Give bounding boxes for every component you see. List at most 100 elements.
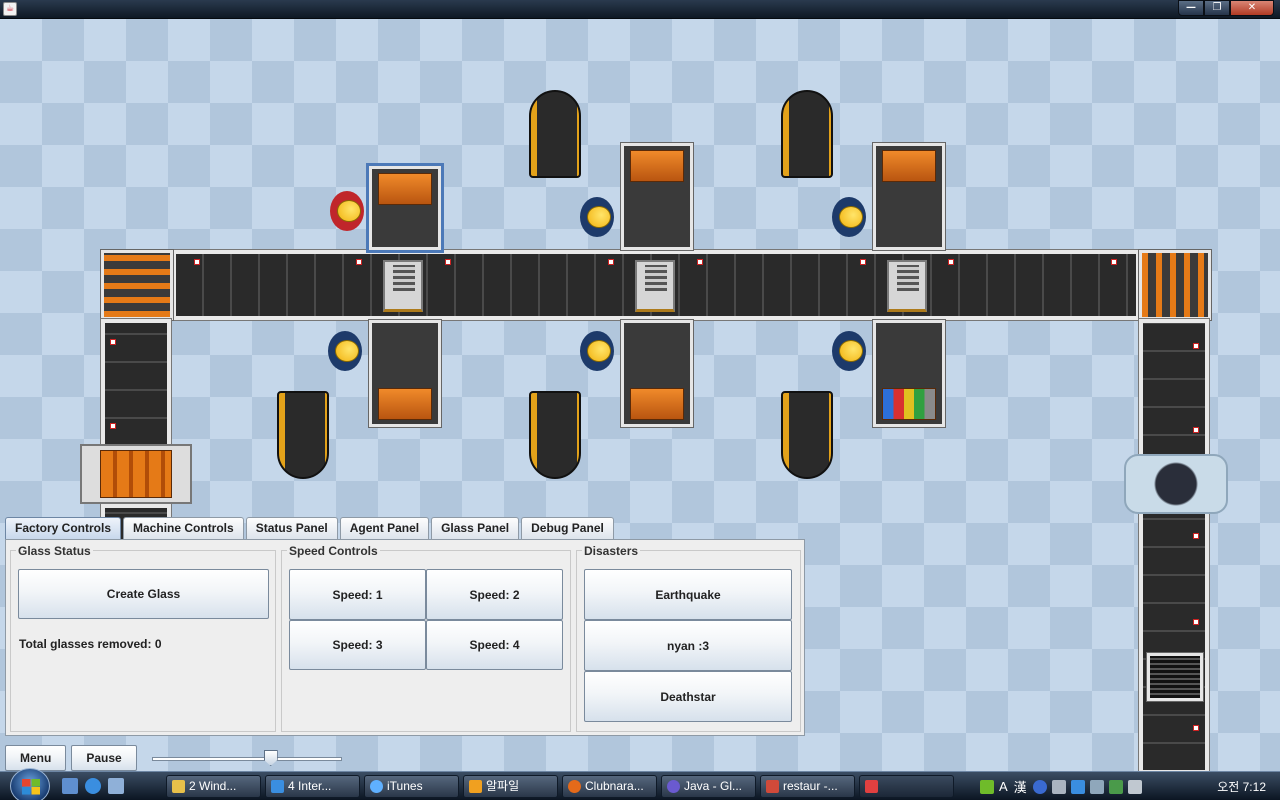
sensor	[1111, 259, 1117, 265]
create-glass-button[interactable]: Create Glass	[18, 569, 269, 619]
corner-machine-left[interactable]	[100, 249, 174, 321]
machine-arm	[630, 388, 684, 420]
oven-machine[interactable]	[1124, 454, 1228, 514]
volume-icon[interactable]	[1127, 779, 1142, 794]
upper-station-2[interactable]	[620, 142, 694, 251]
speed-4-button[interactable]: Speed: 4	[426, 620, 563, 670]
task-internet-explorer[interactable]: 4 Inter...	[265, 775, 360, 798]
popup-station[interactable]	[383, 260, 423, 312]
task-itunes[interactable]: iTunes	[364, 775, 459, 798]
tab-glass-panel[interactable]: Glass Panel	[431, 517, 520, 539]
quick-launch	[62, 778, 131, 794]
popup-station[interactable]	[887, 260, 927, 312]
sensor	[1193, 533, 1199, 539]
worker-head	[839, 206, 863, 228]
tab-debug-panel[interactable]: Debug Panel	[521, 517, 614, 539]
worker-agent[interactable]	[832, 197, 866, 237]
ime-options-icon[interactable]	[1051, 779, 1066, 794]
machine-arm	[882, 150, 936, 182]
lower-station-1[interactable]	[368, 319, 442, 428]
folder-icon	[172, 780, 185, 793]
tab-status-panel[interactable]: Status Panel	[245, 517, 338, 539]
control-tabs: Factory Controls Machine Controls Status…	[5, 517, 805, 539]
minimize-button[interactable]: —	[1178, 0, 1204, 16]
task-label: iTunes	[387, 779, 423, 793]
nyan-button[interactable]: nyan :3	[584, 620, 792, 671]
sensor	[1193, 725, 1199, 731]
switch-windows-icon[interactable]	[108, 778, 124, 794]
disasters-group: Disasters Earthquake nyan :3 Deathstar	[576, 544, 801, 732]
sensor	[608, 259, 614, 265]
task-label: Java - Gl...	[684, 779, 743, 793]
internet-explorer-icon[interactable]	[85, 778, 101, 794]
tab-agent-panel[interactable]: Agent Panel	[339, 517, 430, 539]
vs-icon[interactable]	[1070, 779, 1085, 794]
speed-2-button[interactable]: Speed: 2	[426, 569, 563, 620]
worker-head	[839, 340, 863, 362]
speed-slider[interactable]	[151, 748, 342, 768]
cutter-core	[100, 450, 172, 498]
worker-head	[587, 340, 611, 362]
network-icon[interactable]	[1089, 779, 1104, 794]
show-desktop-icon[interactable]	[62, 778, 78, 794]
slider-thumb[interactable]	[263, 750, 278, 766]
java-app-icon: ☕	[3, 2, 17, 16]
glass-bin	[277, 391, 329, 479]
start-button[interactable]	[10, 768, 50, 800]
tab-machine-controls[interactable]: Machine Controls	[123, 517, 244, 539]
task-eclipse[interactable]: Java - Gl...	[661, 775, 756, 798]
language-icon[interactable]	[980, 779, 994, 794]
deathstar-button[interactable]: Deathstar	[584, 671, 792, 722]
sensor	[860, 259, 866, 265]
task-label: 알파일	[486, 779, 520, 793]
machine-arm	[882, 388, 936, 420]
task-label: restaur -...	[783, 779, 838, 793]
speed-controls-group: Speed Controls Speed: 1 Speed: 2 Speed: …	[281, 544, 571, 732]
right-conveyor	[1138, 318, 1210, 771]
popup-station[interactable]	[635, 260, 675, 312]
total-glasses-removed: Total glasses removed: 0	[19, 637, 162, 651]
clock[interactable]: 오전 7:12	[1217, 778, 1266, 795]
cutter-machine[interactable]	[80, 444, 192, 504]
maximize-button[interactable]: ❐	[1204, 0, 1230, 16]
worker-head	[587, 206, 611, 228]
group-title: Speed Controls	[287, 544, 380, 558]
glass-bin	[529, 90, 581, 178]
sensor	[1193, 427, 1199, 433]
tab-factory-controls[interactable]: Factory Controls	[5, 517, 122, 539]
corner-machine-right[interactable]	[1138, 249, 1212, 321]
worker-agent[interactable]	[832, 331, 866, 371]
task-firefox[interactable]: Clubnara...	[562, 775, 657, 798]
speed-3-button[interactable]: Speed: 3	[289, 620, 426, 670]
help-icon[interactable]	[1032, 779, 1047, 794]
task-alzip[interactable]: 알파일	[463, 775, 558, 798]
control-panel: Factory Controls Machine Controls Status…	[5, 517, 805, 737]
pause-button[interactable]: Pause	[71, 745, 137, 771]
slider-track	[151, 757, 342, 761]
worker-agent[interactable]	[328, 331, 362, 371]
upper-station-3[interactable]	[872, 142, 946, 251]
task-label: 2 Wind...	[189, 779, 237, 793]
window-title-bar: ☕ — ❐ ✕	[0, 0, 1280, 19]
alzip-icon	[469, 780, 482, 793]
lower-station-3[interactable]	[872, 319, 946, 428]
task-paint[interactable]: restaur -...	[760, 775, 855, 798]
menu-button[interactable]: Menu	[5, 745, 67, 771]
earthquake-button[interactable]: Earthquake	[584, 569, 792, 620]
group-title: Glass Status	[16, 544, 93, 558]
glass-bin	[781, 391, 833, 479]
worker-agent[interactable]	[580, 197, 614, 237]
close-button[interactable]: ✕	[1230, 0, 1274, 16]
ime-mode-text[interactable]: A	[999, 779, 1008, 794]
washer-machine[interactable]	[1146, 652, 1204, 702]
task-java-app[interactable]	[859, 775, 954, 798]
worker-agent[interactable]	[330, 191, 364, 231]
task-windows-explorer[interactable]: 2 Wind...	[166, 775, 261, 798]
worker-agent[interactable]	[580, 331, 614, 371]
lower-station-2[interactable]	[620, 319, 694, 428]
speed-1-button[interactable]: Speed: 1	[289, 569, 426, 620]
battery-icon[interactable]	[1108, 779, 1123, 794]
task-list: 2 Wind... 4 Inter... iTunes 알파일 Clubnara…	[166, 775, 958, 798]
upper-station-1[interactable]	[366, 163, 444, 253]
hanja-text[interactable]: 漢	[1014, 777, 1027, 796]
